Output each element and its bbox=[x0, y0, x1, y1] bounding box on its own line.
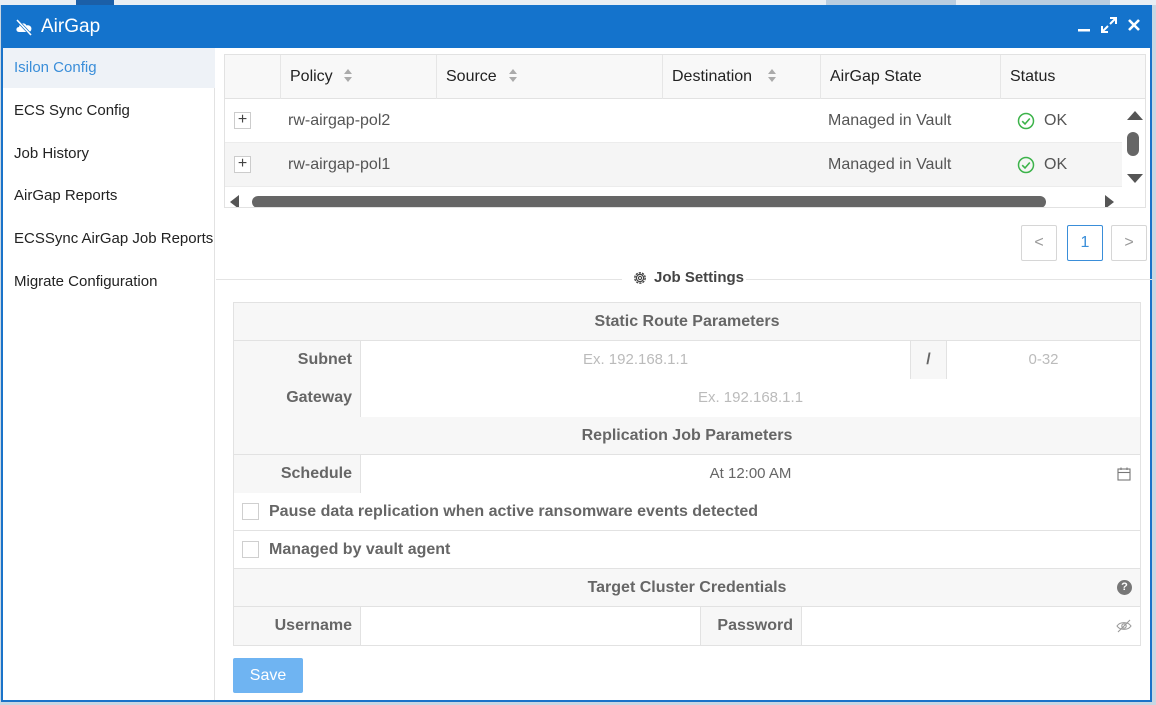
eye-off-icon[interactable] bbox=[1116, 619, 1132, 633]
pagination-page-1[interactable]: 1 bbox=[1067, 225, 1103, 261]
scroll-down-arrow[interactable] bbox=[1127, 174, 1143, 183]
sidebar-item-migrate-configuration[interactable]: Migrate Configuration bbox=[3, 262, 215, 302]
pagination-prev-button[interactable]: < bbox=[1021, 225, 1057, 261]
password-label: Password bbox=[700, 607, 801, 645]
column-header-status[interactable]: Status bbox=[1000, 55, 1145, 99]
gear-icon bbox=[634, 272, 646, 284]
pause-replication-label[interactable]: Pause data replication when active ranso… bbox=[269, 493, 758, 531]
password-input[interactable] bbox=[801, 607, 1140, 645]
managed-by-vault-label[interactable]: Managed by vault agent bbox=[269, 531, 450, 569]
status-cell: OK bbox=[1044, 112, 1068, 129]
check-circle-icon bbox=[1017, 156, 1035, 174]
credentials-section: Target Cluster Credentials ? bbox=[234, 569, 1140, 607]
schedule-row: Schedule At 12:00 AM bbox=[234, 455, 1140, 493]
managed-by-vault-row: Managed by vault agent bbox=[234, 531, 1140, 569]
vertical-scrollbar-thumb[interactable] bbox=[1127, 132, 1139, 156]
window-titlebar[interactable]: AirGap bbox=[3, 5, 1152, 48]
airgap-state-cell: Managed in Vault bbox=[828, 156, 952, 173]
username-input[interactable] bbox=[360, 607, 700, 645]
help-icon[interactable]: ? bbox=[1117, 580, 1132, 595]
job-settings-heading: Job Settings bbox=[632, 269, 744, 286]
schedule-value: At 12:00 AM bbox=[709, 465, 792, 482]
column-header-label: Destination bbox=[672, 68, 753, 85]
policy-table: Policy Source Destination AirGap State S… bbox=[224, 54, 1146, 208]
sidebar-item-ecs-sync-config[interactable]: ECS Sync Config bbox=[3, 91, 215, 131]
subnet-input[interactable]: Ex. 192.168.1.1 bbox=[360, 341, 910, 379]
subnet-prefix-input[interactable]: 0-32 bbox=[946, 341, 1140, 379]
scroll-up-arrow[interactable] bbox=[1127, 111, 1143, 120]
pause-replication-row: Pause data replication when active ranso… bbox=[234, 493, 1140, 531]
static-route-title: Static Route Parameters bbox=[594, 313, 780, 330]
window-title: AirGap bbox=[41, 16, 101, 37]
section-divider bbox=[746, 279, 1152, 280]
policy-cell: rw-airgap-pol2 bbox=[288, 112, 391, 129]
column-header-source[interactable]: Source bbox=[436, 55, 662, 99]
check-circle-icon bbox=[1017, 112, 1035, 130]
credentials-title: Target Cluster Credentials bbox=[587, 579, 787, 596]
credentials-row: Username Password bbox=[234, 607, 1140, 645]
table-header: Policy Source Destination AirGap State S… bbox=[225, 55, 1145, 99]
table-row[interactable]: + rw-airgap-pol1 Managed in Vault OK bbox=[225, 143, 1122, 187]
status-cell: OK bbox=[1044, 156, 1068, 173]
sidebar-item-airgap-reports[interactable]: AirGap Reports bbox=[3, 176, 215, 216]
column-header-airgap-state[interactable]: AirGap State bbox=[820, 55, 1000, 99]
gateway-row: Gateway Ex. 192.168.1.1 bbox=[234, 379, 1140, 417]
subnet-row: Subnet Ex. 192.168.1.1 / 0-32 bbox=[234, 341, 1140, 379]
gateway-label: Gateway bbox=[234, 379, 360, 417]
sidebar-item-isilon-config[interactable]: Isilon Config bbox=[3, 48, 215, 88]
username-label: Username bbox=[234, 607, 360, 645]
table-row[interactable]: + rw-airgap-pol2 Managed in Vault OK bbox=[225, 99, 1122, 143]
section-divider bbox=[216, 279, 622, 280]
sidebar-item-ecssync-job-reports[interactable]: ECSSync AirGap Job Reports bbox=[3, 219, 215, 259]
schedule-label: Schedule bbox=[234, 455, 360, 493]
subnet-label: Subnet bbox=[234, 341, 360, 379]
column-header-label: Status bbox=[1010, 68, 1056, 85]
replication-title: Replication Job Parameters bbox=[581, 427, 793, 444]
calendar-icon[interactable] bbox=[1117, 467, 1131, 481]
column-header-label: AirGap State bbox=[830, 68, 922, 85]
managed-by-vault-checkbox[interactable] bbox=[242, 541, 259, 558]
sidebar-item-job-history[interactable]: Job History bbox=[3, 134, 215, 174]
airgap-window: AirGap Isilon Config ECS Sync Config Job… bbox=[1, 5, 1152, 702]
close-icon[interactable] bbox=[1125, 16, 1143, 38]
horizontal-scrollbar-thumb[interactable] bbox=[252, 196, 1046, 207]
expand-row-button[interactable]: + bbox=[234, 156, 251, 173]
pause-replication-checkbox[interactable] bbox=[242, 503, 259, 520]
column-header-label: Source bbox=[446, 68, 497, 85]
static-route-section: Static Route Parameters bbox=[234, 303, 1140, 341]
sidebar-nav: Isilon Config ECS Sync Config Job Histor… bbox=[3, 48, 215, 700]
scroll-right-arrow[interactable] bbox=[1105, 195, 1114, 207]
gateway-input[interactable]: Ex. 192.168.1.1 bbox=[360, 379, 1140, 417]
sort-icon[interactable] bbox=[508, 69, 518, 85]
pagination-next-button[interactable]: > bbox=[1111, 225, 1147, 261]
column-header-policy[interactable]: Policy bbox=[280, 55, 436, 99]
cloud-off-icon bbox=[15, 18, 33, 36]
airgap-state-cell: Managed in Vault bbox=[828, 112, 952, 129]
sort-icon[interactable] bbox=[343, 69, 353, 85]
expand-row-button[interactable]: + bbox=[234, 112, 251, 129]
column-header-destination[interactable]: Destination bbox=[662, 55, 820, 99]
scroll-left-arrow[interactable] bbox=[230, 195, 239, 207]
main-content: Policy Source Destination AirGap State S… bbox=[216, 48, 1152, 700]
column-header-label: Policy bbox=[290, 68, 333, 85]
schedule-input[interactable]: At 12:00 AM bbox=[360, 455, 1140, 493]
subnet-slash: / bbox=[910, 341, 946, 379]
replication-section: Replication Job Parameters bbox=[234, 417, 1140, 455]
maximize-icon[interactable] bbox=[1100, 16, 1118, 38]
save-button[interactable]: Save bbox=[233, 658, 303, 693]
policy-cell: rw-airgap-pol1 bbox=[288, 156, 391, 173]
minimize-icon[interactable] bbox=[1075, 16, 1093, 38]
job-settings-title: Job Settings bbox=[654, 269, 745, 286]
sort-icon[interactable] bbox=[767, 69, 777, 85]
job-settings-form: Static Route Parameters Subnet Ex. 192.1… bbox=[233, 302, 1141, 646]
